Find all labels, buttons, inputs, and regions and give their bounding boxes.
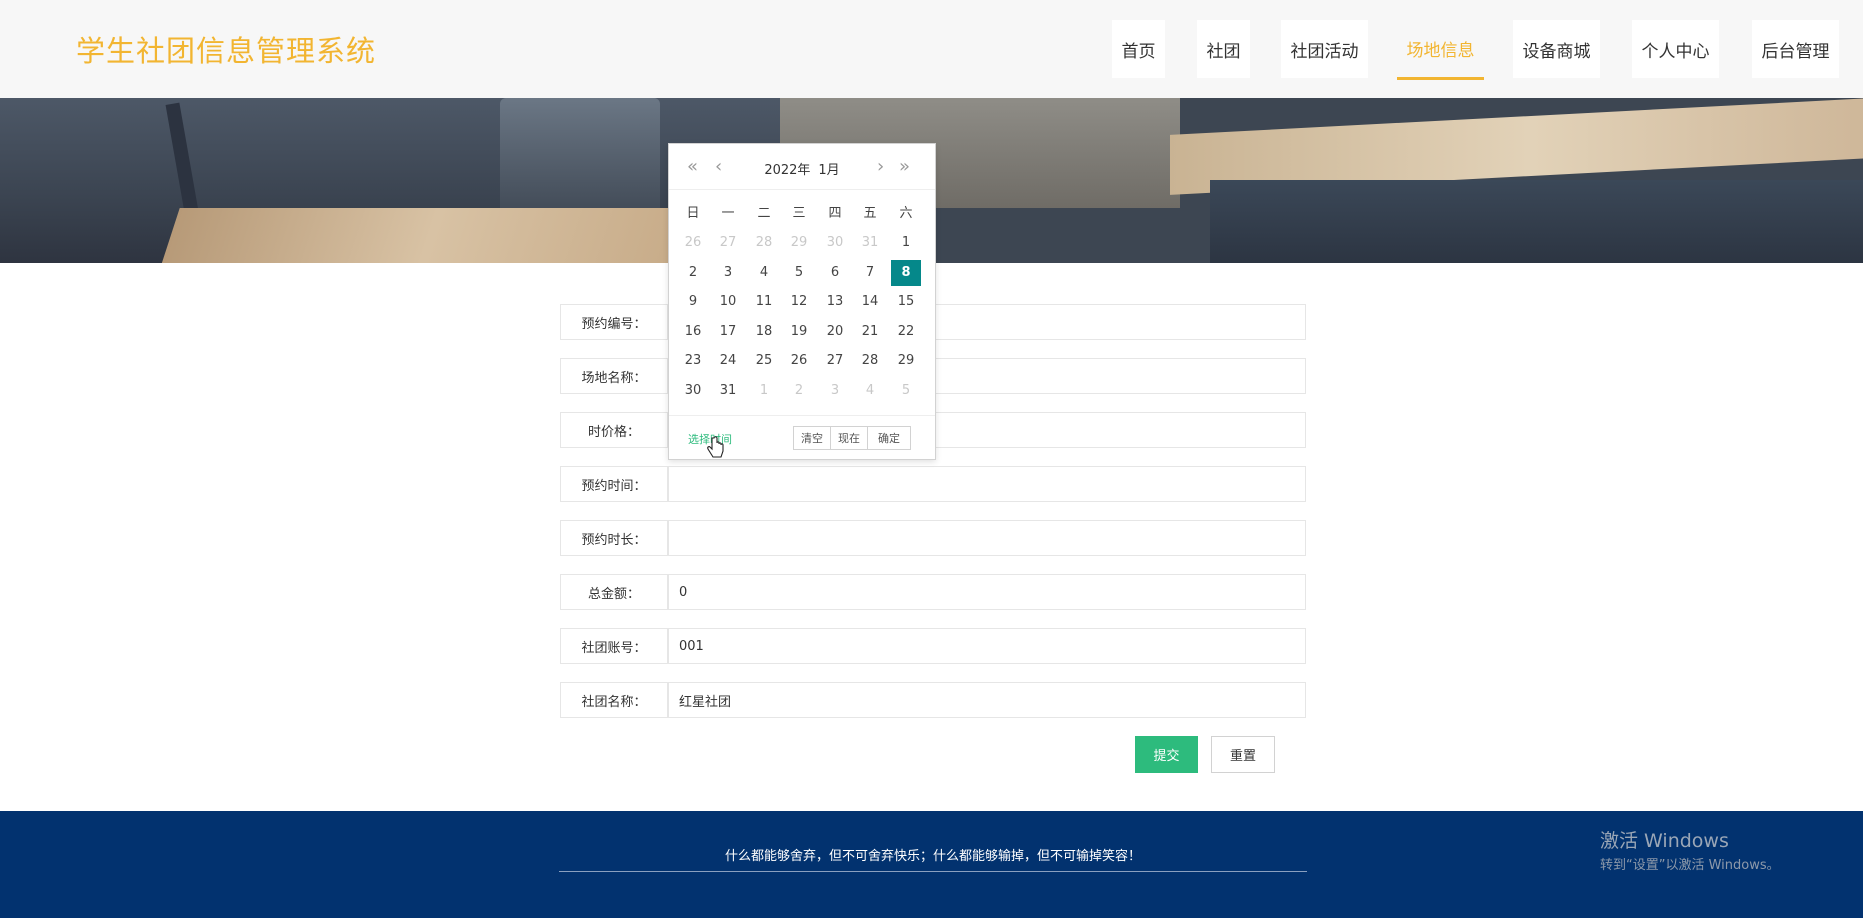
nav-admin[interactable]: 后台管理 [1752,20,1839,78]
submit-button[interactable]: 提交 [1135,736,1198,773]
nav-home[interactable]: 首页 [1112,20,1165,78]
calendar-day[interactable]: 5 [784,260,814,286]
date-picker-header: « ‹ 2022年 1月 › » [669,144,935,190]
calendar-day[interactable]: 1 [891,230,921,256]
calendar-day[interactable]: 24 [713,348,743,374]
total-amount-label: 总金额： [560,574,668,610]
calendar-day[interactable]: 17 [713,319,743,345]
calendar-day[interactable]: 20 [820,319,850,345]
nav-club-activities[interactable]: 社团活动 [1281,20,1368,78]
calendar-day[interactable]: 16 [678,319,708,345]
hand-cursor-icon [707,436,724,458]
calendar-day[interactable]: 31 [713,378,743,404]
app-title: 学生社团信息管理系统 [76,34,377,68]
now-button[interactable]: 现在 [830,426,868,450]
calendar-day[interactable]: 21 [855,319,885,345]
weekday-header: 一 [721,206,735,221]
reset-button[interactable]: 重置 [1211,736,1275,773]
footer-slogan: 什么都能够舍弃，但不可舍弃快乐；什么都能够输掉，但不可输掉笑容！ [724,849,1141,864]
calendar-day[interactable]: 28 [749,230,779,256]
calendar-day-selected[interactable]: 8 [891,259,921,286]
next-year-icon[interactable]: » [899,156,910,177]
calendar-day[interactable]: 22 [891,319,921,345]
club-account-label: 社团账号： [560,628,668,664]
calendar-day[interactable]: 30 [820,230,850,256]
calendar-day[interactable]: 3 [820,378,850,404]
calendar-day[interactable]: 2 [784,378,814,404]
reservation-time-label: 预约时间： [560,466,668,502]
reservation-time-input[interactable] [668,466,1306,502]
hourly-price-label: 时价格： [560,412,668,448]
reservation-duration-label: 预约时长： [560,520,668,556]
calendar-day[interactable]: 2 [678,260,708,286]
calendar-day[interactable]: 14 [855,289,885,315]
calendar-day[interactable]: 30 [678,378,708,404]
reservation-number-label: 预约编号： [560,304,668,340]
date-picker-year-month: 2022年 1月 [669,159,935,178]
windows-activation-title: 激活 Windows [1600,830,1729,852]
calendar-day[interactable]: 18 [749,319,779,345]
calendar-day[interactable]: 26 [784,348,814,374]
calendar-day[interactable]: 25 [749,348,779,374]
calendar-day[interactable]: 19 [784,319,814,345]
calendar-day[interactable]: 29 [891,348,921,374]
calendar-day[interactable]: 1 [749,378,779,404]
reservation-duration-input[interactable] [668,520,1306,556]
calendar-day[interactable]: 10 [713,289,743,315]
footer-divider [559,871,1307,872]
calendar-day[interactable]: 3 [713,260,743,286]
calendar-day[interactable]: 9 [678,289,708,315]
club-account-input[interactable] [668,628,1306,664]
windows-activation-hint: 转到“设置”以激活 Windows。 [1600,858,1780,873]
calendar-day[interactable]: 29 [784,230,814,256]
calendar-day[interactable]: 4 [749,260,779,286]
date-picker-popup: « ‹ 2022年 1月 › » 日一二三四五六 26 27 28 29 30 31 1 2 3 4 5… [668,143,936,460]
calendar-day[interactable]: 26 [678,230,708,256]
calendar-day[interactable]: 13 [820,289,850,315]
venue-name-label: 场地名称： [560,358,668,394]
nav-clubs[interactable]: 社团 [1197,20,1250,78]
weekday-header: 六 [899,206,913,221]
calendar-day[interactable]: 23 [678,348,708,374]
calendar-day[interactable]: 11 [749,289,779,315]
calendar-day[interactable]: 27 [820,348,850,374]
calendar-day[interactable]: 28 [855,348,885,374]
club-name-input[interactable] [668,682,1306,718]
club-name-label: 社团名称： [560,682,668,718]
weekday-header: 二 [757,206,771,221]
calendar-day[interactable]: 15 [891,289,921,315]
top-navbar: 学生社团信息管理系统 首页 社团 社团活动 场地信息 设备商城 个人中心 后台管… [0,0,1863,99]
footer [0,811,1863,918]
calendar-day[interactable]: 6 [820,260,850,286]
nav-personal-center[interactable]: 个人中心 [1632,20,1719,78]
date-picker-year[interactable]: 2022年 [764,163,810,178]
nav-venue-info[interactable]: 场地信息 [1397,20,1484,80]
weekday-header: 四 [828,206,842,221]
calendar-day[interactable]: 12 [784,289,814,315]
confirm-button[interactable]: 确定 [867,426,911,450]
date-picker-month[interactable]: 1月 [818,163,839,178]
total-amount-input[interactable] [668,574,1306,610]
weekday-header: 日 [686,206,700,221]
calendar-day[interactable]: 4 [855,378,885,404]
calendar-day[interactable]: 27 [713,230,743,256]
clear-button[interactable]: 清空 [793,426,831,450]
calendar-day[interactable]: 5 [891,378,921,404]
weekday-header: 五 [863,206,877,221]
calendar-day[interactable]: 7 [855,260,885,286]
next-month-icon[interactable]: › [877,156,884,177]
nav-equipment-store[interactable]: 设备商城 [1513,20,1600,78]
calendar-day[interactable]: 31 [855,230,885,256]
weekday-header: 三 [792,206,806,221]
